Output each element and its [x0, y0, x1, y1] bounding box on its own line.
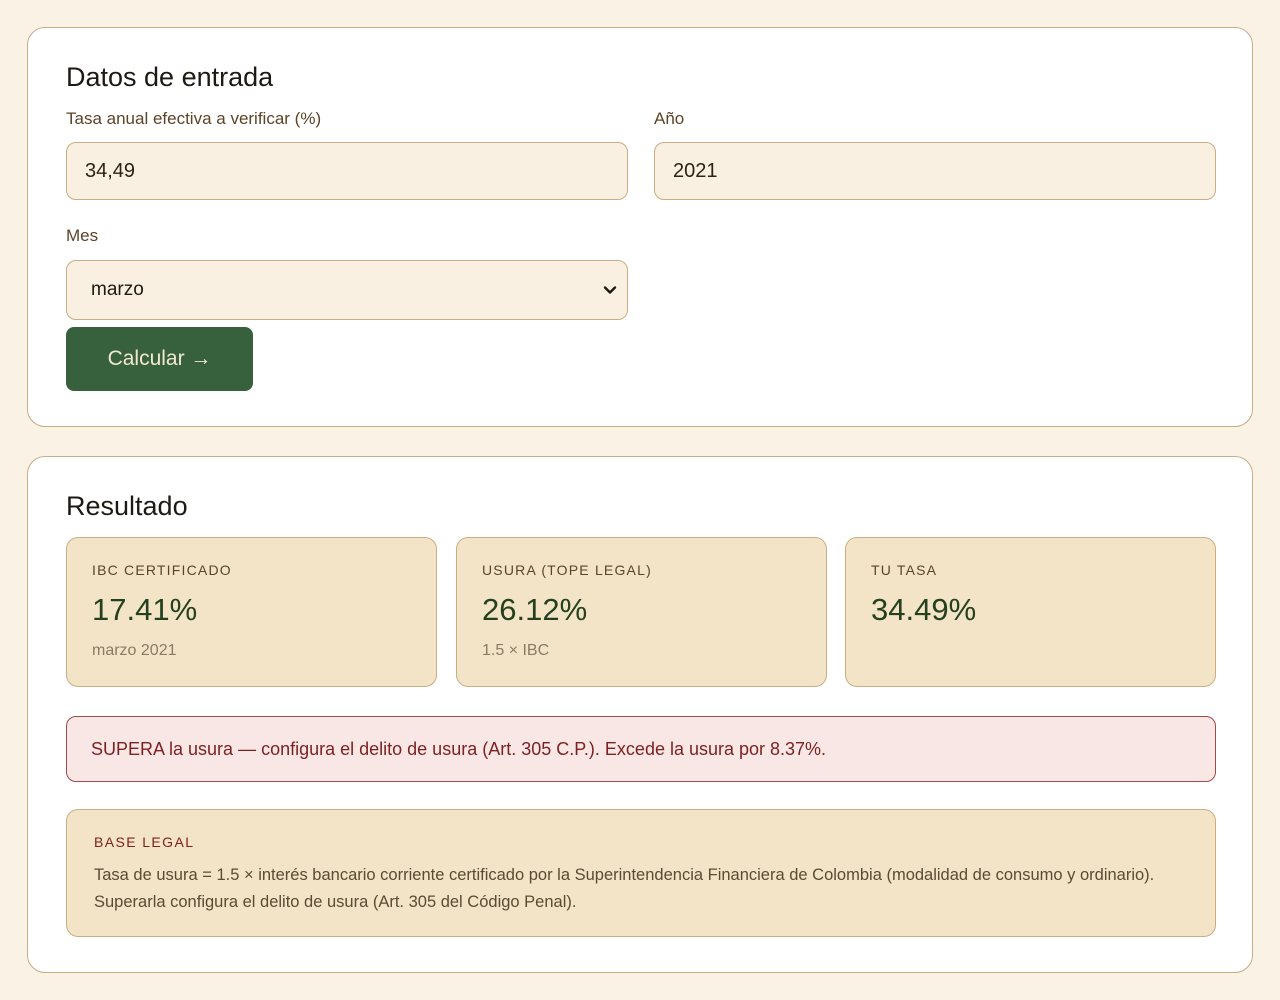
stat-label: USURA (TOPE LEGAL) — [482, 562, 652, 578]
month-select[interactable]: marzo — [66, 260, 628, 320]
result-card: Resultado IBC CERTIFICADO 17.41% marzo 2… — [27, 456, 1253, 973]
rate-input[interactable] — [66, 142, 628, 200]
year-label: Año — [654, 109, 685, 128]
stat-usura: USURA (TOPE LEGAL) 26.12% 1.5 × IBC — [456, 537, 827, 687]
legal-basis-title: BASE LEGAL — [94, 834, 195, 850]
chevron-down-icon — [603, 286, 617, 294]
stat-sub: 1.5 × IBC — [482, 642, 550, 659]
stat-label: TU TASA — [871, 562, 938, 578]
month-select-value: marzo — [91, 279, 144, 300]
month-label: Mes — [66, 226, 99, 245]
rate-label: Tasa anual efectiva a verificar (%) — [66, 109, 322, 128]
stat-ibc: IBC CERTIFICADO 17.41% marzo 2021 — [66, 537, 437, 687]
stat-value: 26.12% — [482, 592, 588, 627]
input-card: Datos de entrada Tasa anual efectiva a v… — [27, 27, 1253, 427]
input-card-title: Datos de entrada — [66, 62, 274, 92]
stat-sub: marzo 2021 — [92, 642, 177, 659]
result-card-title: Resultado — [66, 491, 188, 521]
usury-alert: SUPERA la usura — configura el delito de… — [66, 716, 1216, 782]
stat-label: IBC CERTIFICADO — [92, 562, 232, 578]
legal-basis-box: BASE LEGAL Tasa de usura = 1.5 × interés… — [66, 809, 1216, 937]
stat-value: 34.49% — [871, 592, 977, 627]
stat-value: 17.41% — [92, 592, 198, 627]
legal-basis-text: Tasa de usura = 1.5 × interés bancario c… — [94, 866, 1155, 911]
year-input[interactable] — [654, 142, 1216, 200]
calculate-button[interactable]: Calcular → — [66, 327, 253, 391]
stat-tu-tasa: TU TASA 34.49% — [845, 537, 1216, 687]
